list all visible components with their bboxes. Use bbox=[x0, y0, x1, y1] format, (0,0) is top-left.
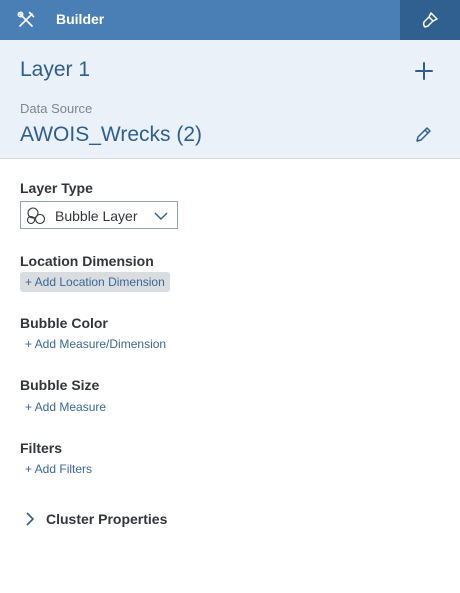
data-source-label: Data Source bbox=[20, 101, 93, 116]
layer-type-select[interactable]: Bubble Layer bbox=[20, 201, 178, 229]
layer-type-value: Bubble Layer bbox=[55, 208, 138, 224]
tools-icon[interactable] bbox=[17, 11, 35, 29]
styling-button[interactable] bbox=[400, 0, 460, 40]
edit-icon[interactable] bbox=[413, 125, 433, 145]
bubbles-icon bbox=[26, 207, 46, 225]
data-source-name: AWOIS_Wrecks (2) bbox=[20, 123, 203, 146]
add-icon[interactable] bbox=[412, 59, 436, 83]
paintbrush-icon bbox=[422, 12, 438, 28]
add-measure-button[interactable]: + Add Measure bbox=[20, 397, 111, 417]
chevron-right-icon bbox=[26, 512, 35, 526]
app-title: Builder bbox=[56, 11, 105, 27]
chevron-down-icon bbox=[154, 212, 168, 220]
add-filters-button[interactable]: + Add Filters bbox=[20, 459, 97, 479]
add-location-dimension-button[interactable]: + Add Location Dimension bbox=[20, 272, 170, 292]
layer-type-label: Layer Type bbox=[20, 180, 93, 196]
filters-label: Filters bbox=[20, 440, 63, 456]
location-dimension-label: Location Dimension bbox=[20, 253, 154, 269]
cluster-properties-label: Cluster Properties bbox=[46, 511, 168, 527]
top-bar: Builder bbox=[0, 0, 460, 40]
layer-header: Layer 1 Data Source AWOIS_Wrecks (2) bbox=[0, 40, 460, 159]
bubble-color-label: Bubble Color bbox=[20, 315, 108, 331]
layer-title: Layer 1 bbox=[20, 58, 91, 81]
cluster-properties-toggle[interactable]: Cluster Properties bbox=[20, 508, 167, 530]
bubble-size-label: Bubble Size bbox=[20, 377, 100, 393]
add-measure-dimension-button[interactable]: + Add Measure/Dimension bbox=[20, 334, 171, 354]
